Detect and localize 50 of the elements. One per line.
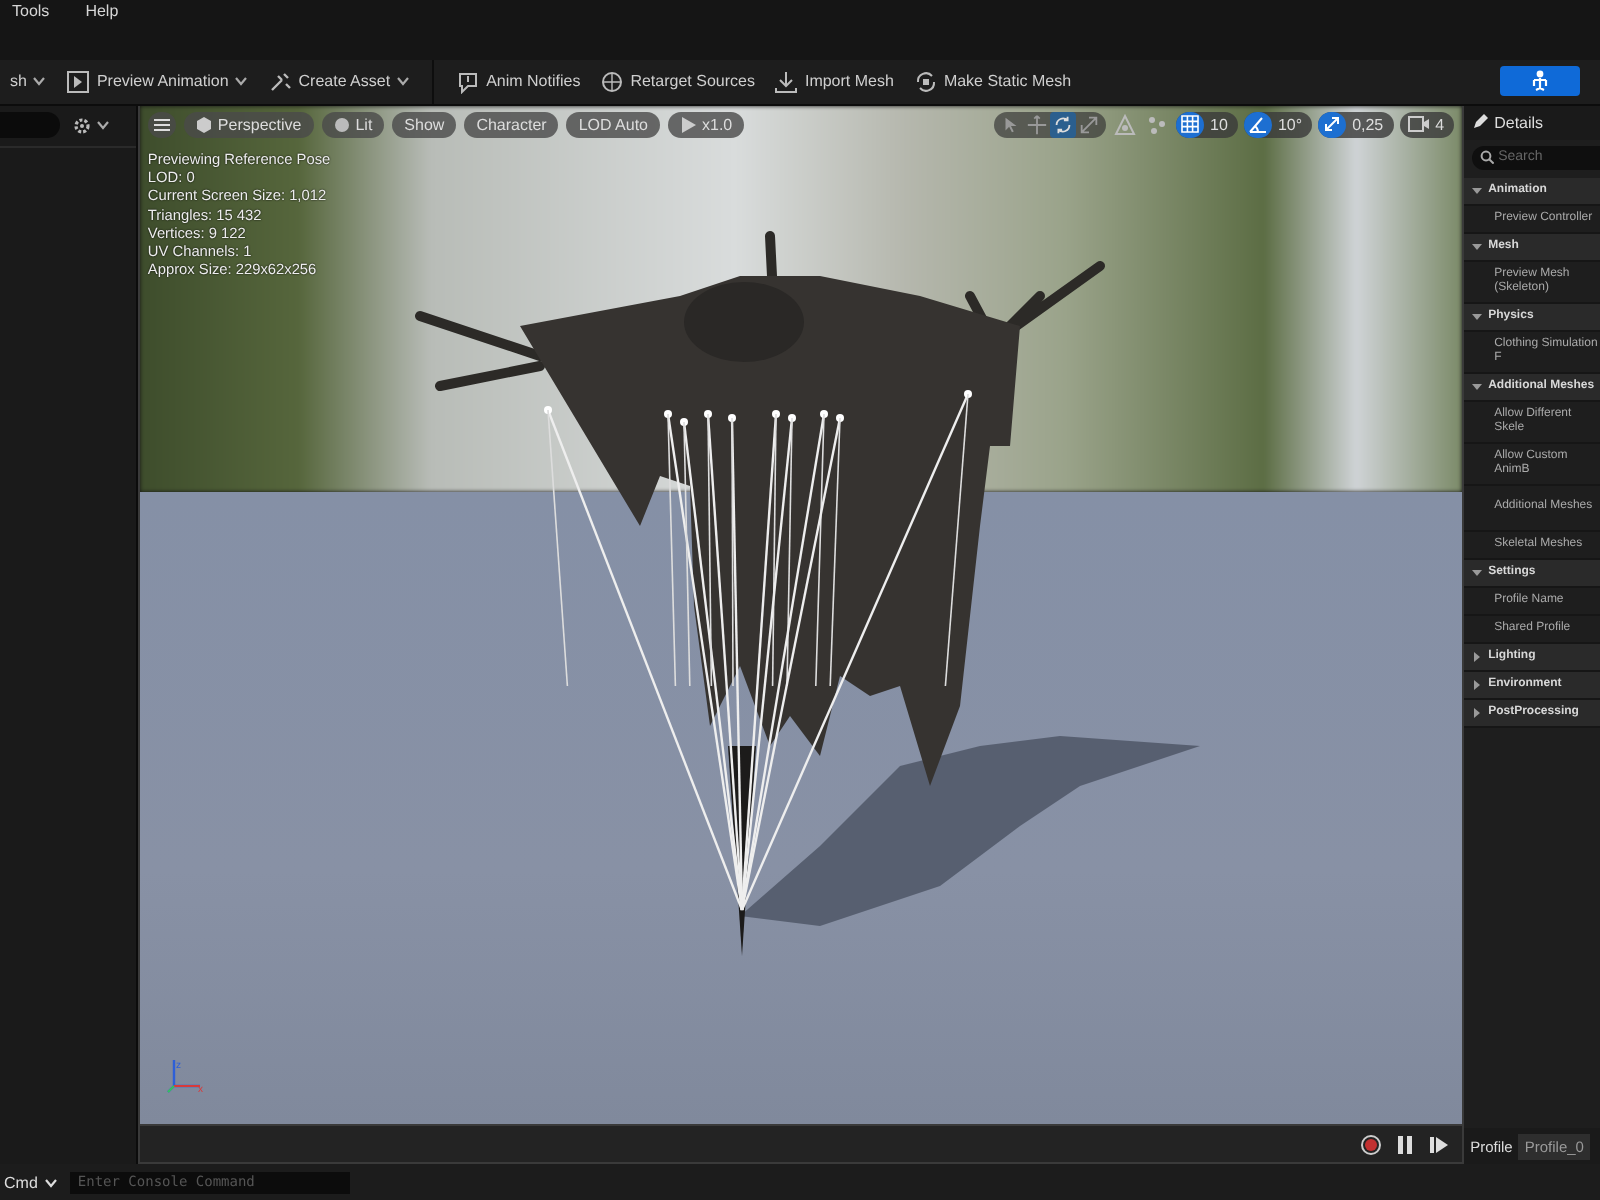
panel-title: Details [1494,113,1544,132]
pause-button[interactable] [1394,1133,1417,1156]
toolbar-icon [913,69,938,94]
skeleton-mode-button[interactable] [1500,66,1580,97]
play-icon [680,115,696,134]
caret-icon [396,76,411,87]
toolbar-button[interactable]: Make Static Mesh [903,61,1082,102]
transform-tool-button[interactable] [1076,111,1103,138]
toolbar-icon [268,69,293,94]
skeleton-icon [1530,70,1550,93]
toolbar-icon [600,69,625,94]
cube-icon [195,115,212,134]
caret-icon [43,1177,58,1188]
record-icon [1360,1133,1383,1156]
step-forward-button[interactable] [1428,1133,1451,1156]
sphere-icon [333,115,350,134]
pause-icon [1394,1133,1417,1156]
scale-icon [1078,113,1101,136]
transform-tool-button[interactable] [1050,111,1077,138]
toolbar-icon [774,69,799,94]
move-icon [1026,113,1049,136]
angle-icon [1247,114,1268,135]
record-button[interactable] [1360,1133,1383,1156]
toolbar-button[interactable]: Create Asset [258,61,421,102]
search-icon [1480,150,1495,165]
grid-icon [1180,114,1201,135]
toolbar-button[interactable]: Import Mesh [764,61,904,102]
settings-icon [72,115,92,136]
camera-icon [1407,116,1430,133]
nodes-icon [1146,113,1169,136]
step-forward-icon [1428,1133,1451,1156]
toolbar-icon [456,69,481,94]
pivot-icon [1114,113,1137,136]
toolbar-button[interactable]: sh [0,61,57,102]
caret-icon [96,120,110,131]
pencil-icon [1472,114,1489,131]
rotate-icon [1052,113,1075,136]
toolbar-button[interactable]: Preview Animation [56,61,259,102]
menu-item[interactable]: Tools [12,0,50,20]
menu-icon [153,117,170,132]
caret-icon [32,76,47,87]
toolbar-button[interactable]: Anim Notifies [446,61,591,102]
settings-button[interactable] [72,115,110,136]
scale-snap-icon [1322,114,1343,135]
toolbar-icon [66,69,91,94]
toolbar-button[interactable]: Retarget Sources [590,61,765,102]
console-mode-button[interactable]: Cmd [4,1173,58,1192]
caret-icon [234,76,249,87]
transform-tool-button[interactable] [1024,111,1051,138]
menu-item[interactable]: Help [85,0,119,20]
